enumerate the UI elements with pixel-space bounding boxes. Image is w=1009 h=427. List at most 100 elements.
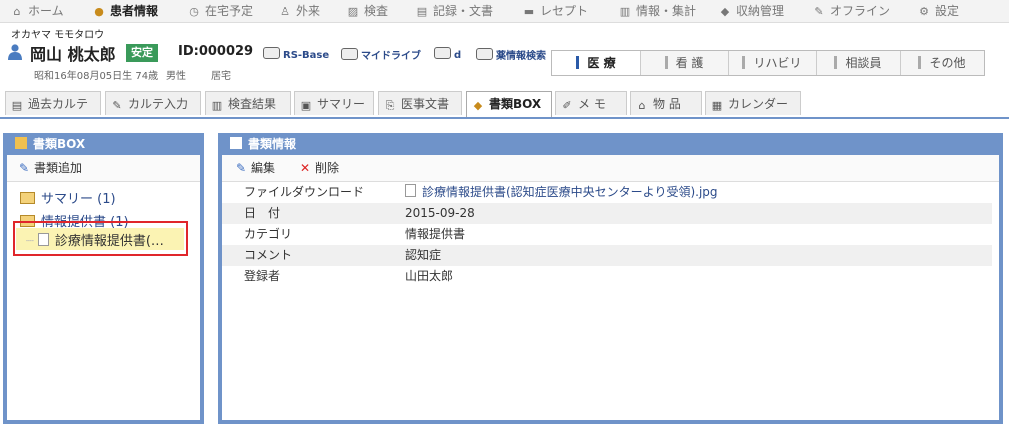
role-tab-nursing[interactable]: 看 護 [640,51,729,75]
chart-history-icon: ▤ [11,99,23,112]
role-tab-counselor[interactable]: 相談員 [816,51,901,75]
info-row-date: 日 付 2015-09-28 [222,203,992,224]
patient-birth: 昭和16年08月05日生 74歳 [34,71,159,82]
button-label: 削除 [315,161,340,175]
role-indicator [834,56,838,69]
nav-label: 検査 [364,4,389,18]
tab-label: メ モ [578,97,606,111]
role-label: 医 療 [587,56,616,70]
link-rs-base[interactable]: RS-Base [263,47,329,61]
link-d[interactable]: d [434,47,461,61]
info-key: ファイルダウンロード [244,185,365,199]
nav-settings[interactable]: ⚙ 設定 [917,0,959,22]
add-document-icon: ✎ [18,161,30,175]
box-icon [15,137,27,149]
link-label: マイドライブ [361,51,421,62]
nav-label: 情報・集計 [636,4,697,18]
folder-summary[interactable]: サマリー (1) [20,188,116,207]
document-info-toolbar: ✎ 編集 ✕ 削除 [222,155,999,182]
bar-chart-icon: ▥ [211,99,223,112]
cash-icon: ◆ [720,5,730,18]
info-row-comment: コメント 認知症 [222,245,992,266]
delete-x-icon: ✕ [299,161,311,175]
tab-label: カルテ入力 [128,97,189,111]
nav-home[interactable]: ⌂ ホーム [10,0,64,22]
patient-residence: 居宅 [211,71,231,82]
tab-medical-docs[interactable]: ⎘ 医事文書 [378,91,462,115]
folder-icon [20,192,35,204]
document-info-panel: 書類情報 ✎ 編集 ✕ 削除 ファイルダウンロード 診療情報提供書(認知症医療中央セ… [218,133,1003,424]
add-document-button[interactable]: ✎ 書類追加 [17,155,82,181]
nav-label: 患者情報 [110,4,159,18]
button-label: 書類追加 [34,161,83,175]
nav-offline[interactable]: ✎ オフライン [812,0,890,22]
panel-title: 書類BOX [33,137,86,151]
tab-label: サマリー [317,97,366,111]
tab-chart-input[interactable]: ✎ カルテ入力 [105,91,201,115]
section-tabs: ▤ 過去カルテ ✎ カルテ入力 ▥ 検査結果 ▣ サマリー ⎘ 医事文書 ◆ 書類BOX ✐… [0,91,1009,119]
role-tab-medical[interactable]: 医 療 [552,51,641,75]
tab-label: 検査結果 [228,97,277,111]
role-tab-rehab[interactable]: リハビリ [728,51,817,75]
tab-memo[interactable]: ✐ メ モ [555,91,627,115]
link-label: RS-Base [283,50,330,61]
link-label: d [454,50,462,61]
nav-records[interactable]: ▤ 記録・文書 [415,0,493,22]
role-label: 相談員 [845,56,882,70]
nav-label: ホーム [28,4,64,18]
nav-exam[interactable]: ▨ 検査 [346,0,388,22]
nav-outpatient[interactable]: ♙ 外来 [278,0,320,22]
tab-calendar[interactable]: ▦ カレンダー [705,91,801,115]
info-row-registrant: 登録者 山田太郎 [222,266,992,287]
home-icon: ⌂ [13,5,21,18]
file-icon [405,184,416,197]
patient-id: ID:000029 [178,44,254,59]
link-label: 薬情報検索 [496,51,546,62]
info-key: 日 付 [244,206,281,220]
file-download-link[interactable]: 診療情報提供書(認知症医療中央センターより受領).jpg [405,182,718,203]
top-nav: ⌂ ホーム ● 患者情報 ◷ 在宅予定 ♙ 外来 ▨ 検査 ▤ 記録・文書 ▬ レセプト ▥ 情… [0,0,1009,23]
role-tab-other[interactable]: その他 [900,51,984,75]
info-value: 山田太郎 [405,269,454,283]
role-indicator [664,56,668,69]
link-my-drive[interactable]: マイドライブ [341,47,421,62]
tab-past-chart[interactable]: ▤ 過去カルテ [5,91,101,115]
role-tabs: 医 療 看 護 リハビリ 相談員 その他 [551,50,985,76]
link-drug-search[interactable]: 薬情報検索 [476,47,546,62]
patient-person-icon [8,44,22,60]
patient-kana: オカヤマ モモタロウ [11,30,105,41]
calendar-icon: ▦ [711,99,723,112]
document-box-toolbar: ✎ 書類追加 [7,155,200,182]
patient-sex: 男性 [166,71,186,82]
document-box-header: 書類BOX [7,133,200,155]
nav-label: 記録・文書 [433,4,494,18]
summary-icon: ▣ [300,99,312,112]
nav-patient-info[interactable]: ● 患者情報 [92,0,158,22]
edit-icon: ✎ [112,99,122,112]
tab-label: 物 品 [653,97,681,111]
settings-icon: ⚙ [919,5,929,18]
tab-label: カレンダー [728,97,789,111]
offline-icon: ✎ [814,5,824,18]
tab-label: 書類BOX [489,97,542,111]
nav-label: 設定 [935,4,960,18]
edit-icon: ✎ [235,161,247,175]
tab-label: 過去カルテ [28,97,89,111]
nav-home-visit[interactable]: ◷ 在宅予定 [187,0,253,22]
info-key: カテゴリ [244,227,293,241]
memo-icon: ✐ [562,99,572,112]
nav-receipt[interactable]: ▬ レセプト [522,0,588,22]
nav-billing[interactable]: ◆ 収納管理 [718,0,784,22]
tab-test-results[interactable]: ▥ 検査結果 [205,91,291,115]
delete-button[interactable]: ✕ 削除 [298,155,339,181]
nav-stats[interactable]: ▥ 情報・集計 [618,0,696,22]
tab-document-box[interactable]: ◆ 書類BOX [466,91,552,117]
edit-button[interactable]: ✎ 編集 [234,155,275,181]
basket-icon: ⌂ [638,99,646,112]
role-label: その他 [929,56,966,70]
tab-summary[interactable]: ▣ サマリー [294,91,374,115]
document-box-panel: 書類BOX ✎ 書類追加 [3,133,204,424]
info-row-download: ファイルダウンロード 診療情報提供書(認知症医療中央センターより受領).jpg [222,182,992,203]
nav-label: 収納管理 [736,4,785,18]
tab-supplies[interactable]: ⌂ 物 品 [630,91,702,115]
